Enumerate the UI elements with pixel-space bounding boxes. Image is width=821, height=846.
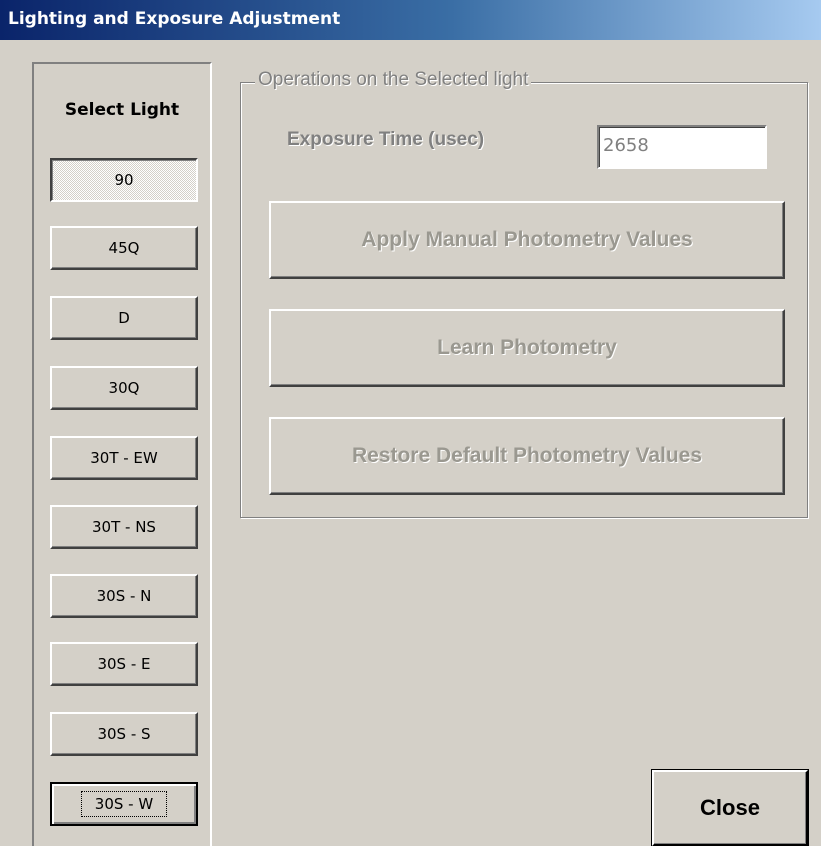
light-button-30s-s[interactable]: 30S - S	[50, 712, 198, 756]
light-button-label: 30S - E	[97, 655, 151, 673]
light-button-label: 30Q	[108, 379, 140, 397]
apply-manual-photometry-button[interactable]: Apply Manual Photometry Values	[269, 201, 785, 279]
window-title: Lighting and Exposure Adjustment	[8, 9, 341, 29]
light-button-30q[interactable]: 30Q	[50, 366, 198, 410]
light-button-label: 30S - N	[96, 587, 152, 605]
restore-default-photometry-button[interactable]: Restore Default Photometry Values	[269, 417, 785, 495]
learn-photometry-button[interactable]: Learn Photometry	[269, 309, 785, 387]
select-light-panel: Select Light 90 45Q D 30Q 30T - EW 30T -…	[32, 62, 212, 846]
light-button-30s-n[interactable]: 30S - N	[50, 574, 198, 618]
light-button-label: 30S - S	[97, 725, 151, 743]
light-button-label: 45Q	[108, 239, 140, 257]
light-button-label: 90	[114, 171, 134, 189]
close-button-label: Close	[700, 795, 760, 820]
close-button[interactable]: Close	[651, 769, 809, 846]
exposure-time-label: Exposure Time (usec)	[287, 129, 485, 150]
light-button-30s-e[interactable]: 30S - E	[50, 642, 198, 686]
light-button-label: 30S - W	[80, 791, 168, 817]
select-light-heading: Select Light	[64, 100, 180, 120]
title-bar[interactable]: Lighting and Exposure Adjustment	[0, 0, 821, 40]
light-button-label: 30T - NS	[92, 518, 156, 536]
apply-manual-photometry-label: Apply Manual Photometry Values	[361, 228, 693, 251]
exposure-time-input[interactable]: 2658	[597, 125, 767, 169]
operations-group-label: Operations on the Selected light	[255, 69, 532, 91]
light-button-label: D	[118, 309, 130, 327]
light-button-30s-w[interactable]: 30S - W	[50, 782, 198, 826]
learn-photometry-label: Learn Photometry	[437, 336, 617, 359]
light-button-90[interactable]: 90	[50, 158, 198, 202]
lighting-exposure-window: Lighting and Exposure Adjustment Select …	[0, 0, 821, 846]
light-button-label: 30T - EW	[90, 449, 158, 467]
light-button-45q[interactable]: 45Q	[50, 226, 198, 270]
light-button-d[interactable]: D	[50, 296, 198, 340]
restore-default-photometry-label: Restore Default Photometry Values	[351, 444, 703, 467]
light-button-30t-ew[interactable]: 30T - EW	[50, 436, 198, 480]
light-button-30t-ns[interactable]: 30T - NS	[50, 505, 198, 549]
operations-groupbox: Operations on the Selected light Exposur…	[240, 69, 808, 518]
